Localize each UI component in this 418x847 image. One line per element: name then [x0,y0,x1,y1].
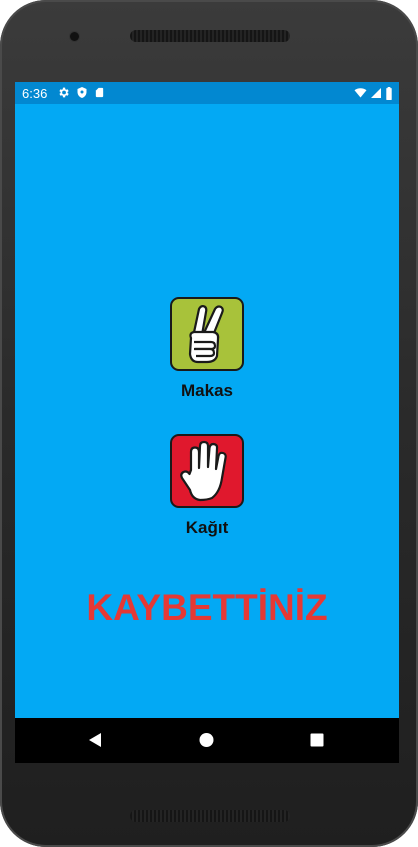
shield-icon [77,87,87,98]
result-text: KAYBETTİNİZ [86,587,328,628]
wifi-icon [354,88,367,98]
recents-icon[interactable] [310,732,324,748]
back-icon[interactable] [88,732,102,748]
choice-scissors[interactable]: Makas [15,297,399,401]
bottom-speaker [130,810,290,822]
status-bar: 6:36 [15,82,399,104]
front-camera [70,32,79,41]
choice-paper[interactable]: Kağıt [15,434,399,538]
top-speaker [130,30,290,42]
paper-tile[interactable] [170,434,244,508]
scissors-tile[interactable] [170,297,244,371]
paper-hand-icon [180,440,227,502]
choice-label-paper: Kağıt [185,518,229,537]
app-screen: 6:36 Makas Kağıt KAYBETTİNİZ [15,82,399,763]
battery-icon [386,86,392,100]
sd-card-icon [95,87,104,98]
home-icon[interactable] [199,732,214,748]
phone-frame: 6:36 Makas Kağıt KAYBETTİNİZ [0,0,418,847]
status-system-icons [354,86,393,100]
signal-icon [371,88,381,98]
status-time: 6:36 [22,86,48,101]
navigation-bar [15,718,399,763]
scissors-hand-icon [188,304,224,364]
status-notification-icons [57,86,105,100]
gear-icon [59,87,69,98]
choice-label-scissors: Makas [181,381,233,400]
